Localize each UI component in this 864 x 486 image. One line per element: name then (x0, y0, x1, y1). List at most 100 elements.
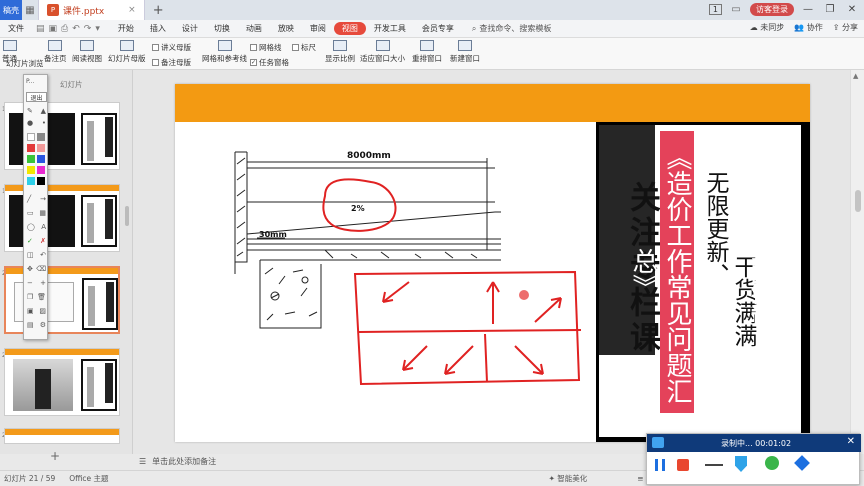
color-swatch[interactable] (27, 144, 35, 152)
grid-icon[interactable]: ▦ (22, 3, 38, 17)
color-swatch[interactable] (37, 166, 45, 174)
slide-thumbnail-19[interactable] (4, 184, 120, 252)
vertical-scrollbar[interactable]: ▲ ▼ (850, 70, 864, 454)
notes-master-button[interactable]: 备注母版 (152, 57, 191, 68)
dot-small-icon[interactable]: • (42, 119, 46, 127)
share-button[interactable]: ⇪ 分享 (833, 22, 858, 33)
fit-window-button[interactable]: 适应窗口大小 (360, 40, 405, 64)
document-tab[interactable]: P 课件.pptx × (38, 0, 145, 20)
pause-button[interactable] (655, 459, 665, 471)
dropdown-icon[interactable]: ▾ (95, 24, 100, 34)
menu-review[interactable]: 审阅 (302, 23, 334, 34)
clear-icon[interactable]: ⌫ (36, 265, 46, 273)
marker-tool-icon[interactable] (735, 456, 747, 472)
maximize-button[interactable]: ❐ (822, 4, 838, 15)
save-icon[interactable]: ▣ (49, 24, 58, 34)
menu-animation[interactable]: 动画 (238, 23, 270, 34)
close-window-button[interactable]: ✕ (844, 4, 860, 15)
rearrange-button[interactable]: 重排窗口 (412, 40, 442, 64)
line-tool-icon[interactable] (705, 464, 723, 466)
move-icon[interactable]: ✥ (27, 265, 33, 273)
webcam-icon[interactable] (765, 456, 779, 470)
scroll-up-icon[interactable]: ▲ (853, 72, 858, 80)
app-brand[interactable]: 稿壳 (0, 0, 22, 20)
dot-large-icon[interactable]: ● (27, 119, 33, 127)
plus-icon[interactable]: + (40, 279, 46, 287)
highlighter-icon[interactable]: ▲ (41, 107, 46, 115)
screen-icon[interactable]: ▤ (27, 321, 34, 329)
slide-thumbnail-22[interactable] (4, 348, 120, 416)
thumbnail-scrollbar[interactable] (125, 206, 129, 226)
add-slide-button[interactable]: + (50, 449, 60, 463)
color-swatch[interactable] (37, 155, 45, 163)
color-swatch[interactable] (27, 133, 35, 141)
menu-home[interactable]: 开始 (110, 23, 142, 34)
arrow-icon[interactable]: → (40, 195, 46, 203)
save-pen-icon[interactable]: ▣ (27, 307, 34, 315)
menu-design[interactable]: 设计 (174, 23, 206, 34)
color-swatch[interactable] (27, 166, 35, 174)
zoom-button[interactable]: 显示比例 (325, 40, 355, 64)
eraser-icon[interactable]: ◫ (27, 251, 34, 259)
task-pane-checkbox[interactable]: ✓ 任务窗格 (250, 57, 289, 68)
visitor-login-button[interactable]: 访客登录 (750, 2, 794, 16)
minus-icon[interactable]: − (27, 279, 33, 287)
line-icon[interactable]: ╱ (27, 195, 31, 203)
reading-view-button[interactable]: 阅读视图 (72, 40, 102, 64)
slide-master-button[interactable]: 幻灯片母版 (108, 40, 146, 64)
handout-master-button[interactable]: 讲义母版 (152, 42, 191, 53)
color-swatch[interactable] (27, 155, 35, 163)
scroll-thumb[interactable] (855, 190, 861, 212)
exit-pen-button[interactable]: 退出 (26, 92, 47, 102)
new-tab-button[interactable]: + (145, 3, 172, 18)
minimize-button[interactable]: — (800, 4, 816, 15)
color-swatch[interactable] (37, 133, 45, 141)
pen-tool-icon[interactable] (794, 455, 810, 471)
gridlines-checkbox[interactable]: 网格线 (250, 42, 282, 53)
grid-guides-button[interactable]: 网格和参考线 (202, 40, 247, 64)
collab-button[interactable]: 👥 协作 (794, 22, 823, 33)
command-search[interactable]: ⌕ 查找命令、搜索模板 (472, 23, 551, 34)
delete-icon[interactable]: 🗑 (37, 293, 46, 301)
grid-tool-icon[interactable]: ▦ (39, 209, 46, 217)
print-icon[interactable]: ⎙ (61, 24, 68, 34)
menu-developer[interactable]: 开发工具 (366, 23, 414, 34)
pen-icon[interactable]: ✎ (27, 107, 33, 115)
redo-icon[interactable]: ↷ (84, 24, 92, 34)
tab-close-icon[interactable]: × (128, 5, 136, 15)
rect-icon[interactable]: ▭ (27, 209, 34, 217)
settings-icon[interactable]: ⚙ (40, 321, 46, 329)
ruler-checkbox[interactable]: 标尺 (292, 42, 316, 53)
menu-transition[interactable]: 切换 (206, 23, 238, 34)
layout-icon[interactable]: ▭ (728, 2, 744, 16)
undo-pen-icon[interactable]: ↶ (40, 251, 46, 259)
color-swatch[interactable] (37, 177, 45, 185)
current-slide[interactable]: 8000mm 2% 30mm 关注专栏课 《造价工作常见问题汇总》 无限更新、 … (175, 84, 810, 442)
undo-icon[interactable]: ↶ (72, 24, 80, 34)
ellipse-icon[interactable]: ◯ (27, 223, 35, 231)
menu-slideshow[interactable]: 放映 (270, 23, 302, 34)
menu-file[interactable]: 文件 (0, 23, 32, 34)
slide-thumbnail-21[interactable] (4, 266, 120, 334)
sync-status[interactable]: ☁ 未同步 (750, 22, 785, 33)
slides-tab[interactable]: 幻灯片 (60, 79, 83, 90)
slide-thumbnail-23[interactable] (4, 428, 120, 444)
recorder-close-button[interactable]: ✕ (847, 436, 855, 447)
menu-view[interactable]: 视图 (333, 22, 366, 35)
image-icon[interactable]: ▨ (39, 307, 46, 315)
check-icon[interactable]: ✓ (27, 237, 33, 245)
text-icon[interactable]: A (41, 223, 46, 231)
smart-beautify-button[interactable]: ✦ 智能美化 (549, 473, 588, 484)
stop-button[interactable] (677, 459, 689, 471)
copy-icon[interactable]: ❐ (27, 293, 33, 301)
window-count-box[interactable]: 1 (708, 3, 722, 15)
slide-browse-button[interactable]: 幻灯片浏览 (6, 58, 44, 69)
color-swatch[interactable] (27, 177, 35, 185)
folder-icon[interactable]: ▤ (36, 24, 45, 34)
cross-icon[interactable]: ✗ (40, 237, 46, 245)
menu-insert[interactable]: 插入 (142, 23, 174, 34)
slide-thumbnail-18[interactable] (4, 102, 120, 170)
color-swatch[interactable] (37, 144, 45, 152)
menu-member[interactable]: 会员专享 (414, 23, 462, 34)
notes-page-button[interactable]: 备注页 (44, 40, 67, 64)
